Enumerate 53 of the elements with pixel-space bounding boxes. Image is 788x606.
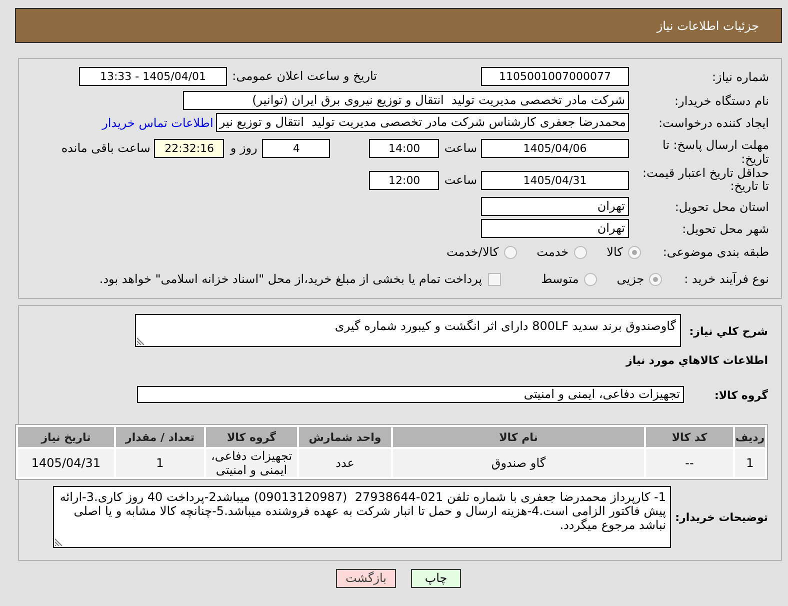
remaining-time-label: ساعت باقی مانده — [61, 140, 150, 157]
items-heading: اطلاعات کالاهاي مورد نیاز — [626, 354, 768, 368]
resize-grip-icon[interactable] — [55, 538, 63, 546]
buyer-notes-field[interactable]: 1- کارپرداز محمدرضا جعفری با شماره تلفن 021-27938644 (09013120987) میباشد2-پرداخت 40 روز کاری.3-ارائه پیش فاکتور الزامی است.4-هزینه ارسال و حمل تا انبار شرکت به عهده فروشنده میباشد.5-چنانچه کالا مشابه و یا اصلی نباشد مرجوع میگردد. — [53, 486, 671, 548]
column-header: تاریخ نیاز — [18, 427, 114, 447]
purchase-process-label: نوع فرآیند خرید : — [684, 272, 769, 286]
column-header: نام کالا — [393, 427, 644, 447]
announcement-field[interactable]: 1405/04/01 - 13:33 — [79, 67, 227, 86]
validity-date-field[interactable]: 1405/04/31 — [481, 171, 629, 190]
print-button[interactable]: چاپ — [411, 569, 461, 588]
back-button[interactable]: بازگشت — [336, 569, 396, 588]
page-title: جزئیات اطلاعات نیاز — [656, 18, 759, 32]
deadline-time-field[interactable]: 14:00 — [369, 139, 440, 158]
buyer-org-label: نام دستگاه خریدار: — [674, 94, 769, 108]
goods-group-field[interactable]: تجهیزات دفاعی، ایمنی و امنیتی — [137, 386, 684, 403]
province-field[interactable]: تهران — [481, 197, 629, 216]
buyer-contact-link[interactable]: اطلاعات تماس خریدار — [102, 116, 214, 130]
province-label: استان محل تحویل: — [674, 200, 769, 214]
column-header: تعداد / مقدار — [116, 427, 204, 447]
need-number-field[interactable]: 1105001007000077 — [481, 67, 629, 86]
column-header: گروه کالا — [206, 427, 297, 447]
requester-field[interactable]: محمدرضا جعفری کارشناس شرکت مادر تخصصی مدیریت تولید انتقال و توزیع نیر — [216, 113, 629, 132]
subject-category-label: طبقه بندی موضوعی: — [662, 245, 769, 259]
city-label: شهر محل تحویل: — [682, 222, 769, 236]
column-header: واحد شمارش — [299, 427, 391, 447]
column-header: ردیف — [735, 427, 765, 447]
table-cell: 1 — [116, 449, 204, 477]
deadline-date-field[interactable]: 1405/04/06 — [481, 139, 629, 158]
remaining-days-label: روز و — [230, 140, 258, 157]
table-cell: 1405/04/31 — [18, 449, 114, 477]
reply-deadline-label: مهلت ارسال پاسخ: تا تاریخ: — [661, 138, 769, 166]
remaining-time-field[interactable]: 22:32:16 — [154, 139, 224, 158]
resize-grip-icon[interactable] — [137, 337, 145, 345]
validity-time-field[interactable]: 12:00 — [369, 171, 440, 190]
requester-label: ایجاد کننده درخواست: — [658, 116, 769, 130]
buyer-org-field[interactable]: شرکت مادر تخصصی مدیریت تولید انتقال و توزیع نیروی برق ایران (توانیر) — [183, 91, 629, 110]
description-label: شرح کلي نیاز: — [689, 324, 768, 338]
remaining-days-field[interactable]: 4 — [262, 139, 330, 158]
table-cell: گاو صندوق — [393, 449, 644, 477]
buyer-notes-label: توضیحات خریدار: — [675, 511, 768, 524]
deadline-time-label: ساعت — [444, 140, 477, 157]
column-header: کد کالا — [646, 427, 733, 447]
goods-group-label: گروه کالا: — [714, 388, 768, 402]
table-cell: 1 — [735, 449, 765, 477]
city-field[interactable]: تهران — [481, 219, 629, 238]
need-number-label: شماره نیاز: — [712, 70, 769, 84]
price-validity-label: حداقل تاریخ اعتبار قیمت: تا تاریخ: — [641, 167, 769, 193]
table-cell: تجهیزات دفاعی، ایمنی و امنیتی — [206, 449, 297, 477]
table-cell: عدد — [299, 449, 391, 477]
announcement-label: تاریخ و ساعت اعلان عمومی: — [231, 68, 377, 85]
table-cell: -- — [646, 449, 733, 477]
description-field[interactable]: گاوصندوق برند سدید 800LF دارای اثر انگشت و کیبورد شماره گیری — [135, 314, 681, 347]
validity-time-label: ساعت — [444, 172, 477, 189]
